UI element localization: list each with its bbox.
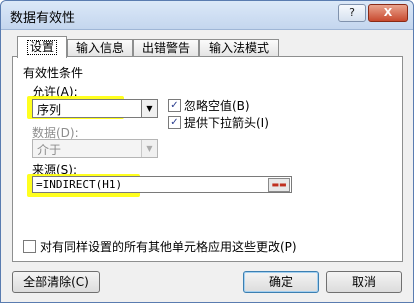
source-input-value: =INDIRECT(H1) <box>36 178 123 191</box>
apply-all-checkbox[interactable] <box>23 240 36 253</box>
chevron-down-icon: ▼ <box>141 140 157 157</box>
help-button[interactable]: ? <box>338 4 366 22</box>
data-select: 介于 ▼ <box>32 139 158 158</box>
ok-button[interactable]: 确定 <box>243 271 319 293</box>
tab-input-message-label: 输入信息 <box>75 41 124 55</box>
settings-panel: 有效性条件 允许(A): 序列 ▼ ✓ 忽略空值(B) ✓ 提供下拉箭头(I) … <box>12 56 403 262</box>
allow-select-value: 序列 <box>37 103 62 117</box>
cancel-button[interactable]: 取消 <box>326 271 402 293</box>
tab-settings[interactable]: 设置 <box>17 36 67 58</box>
tab-ime-mode-label: 输入法模式 <box>208 41 269 55</box>
data-validation-dialog: 数据有效性 ? X 设置 输入信息 出错警告 输入法模式 有效性条件 允许(A)… <box>0 0 414 303</box>
data-select-value: 介于 <box>37 143 62 157</box>
close-button[interactable]: X <box>368 4 408 22</box>
tab-ime-mode[interactable]: 输入法模式 <box>199 39 279 57</box>
tab-input-message[interactable]: 输入信息 <box>67 39 133 57</box>
chevron-down-icon[interactable]: ▼ <box>141 100 157 117</box>
tab-error-alert[interactable]: 出错警告 <box>133 39 199 57</box>
allow-select[interactable]: 序列 ▼ <box>32 99 158 118</box>
ignore-blank-checkbox[interactable]: ✓ <box>168 99 181 112</box>
dropdown-label: 提供下拉箭头(I) <box>184 116 269 130</box>
section-title: 有效性条件 <box>23 66 84 80</box>
tab-settings-label: 设置 <box>26 40 57 55</box>
apply-all-label: 对有同样设置的所有其他单元格应用这些更改(P) <box>40 240 297 254</box>
source-input[interactable]: =INDIRECT(H1) ▬▬ <box>32 176 292 193</box>
range-select-icon[interactable]: ▬▬ <box>268 178 290 192</box>
dialog-title: 数据有效性 <box>10 11 76 26</box>
ignore-blank-label: 忽略空值(B) <box>184 99 250 113</box>
tab-error-alert-label: 出错警告 <box>141 41 190 55</box>
title-bar[interactable]: 数据有效性 ? X <box>1 1 413 30</box>
dropdown-checkbox[interactable]: ✓ <box>168 116 181 129</box>
clear-all-button[interactable]: 全部清除(C) <box>12 271 100 293</box>
